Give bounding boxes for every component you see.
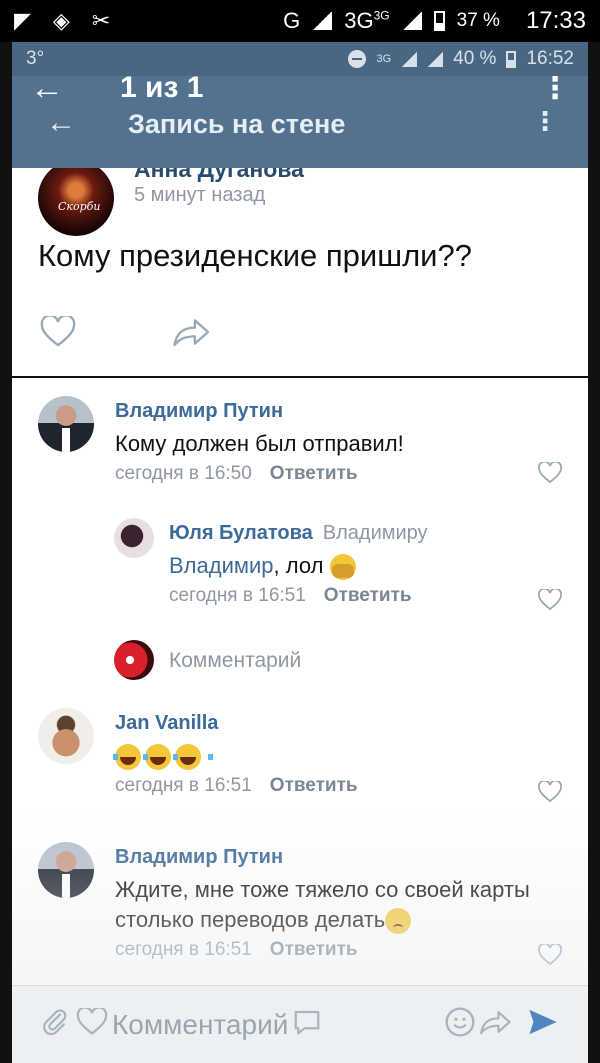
comment-text: Ждите, мне тоже тяжело со своей карты ст… xyxy=(115,875,535,935)
share-icon[interactable] xyxy=(172,316,212,353)
clock: 17:33 xyxy=(525,7,586,34)
comment-meta: сегодня в 16:51 Ответить xyxy=(169,585,549,607)
comment-emojis xyxy=(113,741,535,771)
tool-icon: ✂ xyxy=(91,8,111,33)
author-name[interactable]: Юля Булатова xyxy=(169,522,313,544)
comment-body: Ждите, мне тоже тяжело со своей карты ст… xyxy=(115,877,530,932)
like-heart-icon[interactable] xyxy=(76,1006,108,1041)
reply-button[interactable]: Ответить xyxy=(270,939,358,960)
gallery-counter: 1 из 1 xyxy=(120,71,204,104)
attach-icon[interactable] xyxy=(40,1007,70,1042)
reply-button[interactable]: Ответить xyxy=(324,585,412,606)
comment: Jan Vanilla сегодня в 16:51 Ответить xyxy=(113,712,535,797)
like-heart-icon[interactable] xyxy=(538,942,562,971)
network-label: 3G3G xyxy=(344,8,390,33)
comment-compose-bar: Комментарий xyxy=(12,985,588,1063)
comment: Владимир Путин Кому должен был отправил!… xyxy=(115,400,535,485)
shield-icon: ◈ xyxy=(52,8,70,33)
status-bar: ◤ ◈ ✂ G 3G3G 37 % 17:33 xyxy=(0,0,600,42)
reply-button[interactable]: Ответить xyxy=(270,775,358,796)
signal-label: G xyxy=(283,8,301,33)
gallery-back-icon[interactable]: ← xyxy=(30,71,80,105)
comment-author: Юля Булатова Владимиру xyxy=(169,522,549,545)
post-text: Кому президенские пришли?? xyxy=(38,238,472,273)
comment-reply: Юля Булатова Владимиру Владимир, лол сего… xyxy=(169,522,549,607)
avatar[interactable] xyxy=(114,518,154,558)
send-icon[interactable] xyxy=(526,1007,560,1042)
comment-time: сегодня в 16:50 xyxy=(115,463,252,484)
share-icon[interactable] xyxy=(480,1008,512,1041)
battery-percent: 37 % xyxy=(456,10,500,31)
comment-text: Владимир, лол xyxy=(169,551,549,581)
comment: Владимир Путин Ждите, мне тоже тяжело со… xyxy=(115,846,535,961)
laughing-emoji-icon xyxy=(143,744,183,771)
reply-button[interactable]: Ответить xyxy=(270,463,358,484)
gallery-menu-icon[interactable]: ⋮ xyxy=(540,71,570,106)
comment-meta: сегодня в 16:51 Ответить xyxy=(115,939,535,961)
avatar-label: Скорби xyxy=(58,200,101,213)
comment-input[interactable]: Комментарий xyxy=(112,1009,288,1041)
comment-bubble-icon[interactable] xyxy=(292,1008,322,1041)
wall-post: Скорби Анна Дуганова 5 минут назад Кому … xyxy=(12,168,588,376)
comment-time: сегодня в 16:51 xyxy=(115,939,252,960)
battery-icon xyxy=(433,11,445,31)
reply-comment-input[interactable]: Комментарий xyxy=(169,649,301,673)
mention-link[interactable]: Владимир xyxy=(169,553,274,578)
avatar[interactable] xyxy=(38,842,94,898)
my-avatar xyxy=(114,640,154,680)
post-author[interactable]: Анна Дуганова xyxy=(134,168,304,183)
comment-meta: сегодня в 16:51 Ответить xyxy=(115,775,535,797)
comment-author[interactable]: Владимир Путин xyxy=(115,846,535,869)
signal-icon xyxy=(312,12,333,30)
gallery-header: ← 1 из 1 ⋮ xyxy=(0,60,600,116)
like-heart-icon[interactable] xyxy=(538,779,562,808)
facepalm-emoji-icon xyxy=(329,554,356,581)
like-heart-icon[interactable] xyxy=(40,314,76,353)
comment-time: сегодня в 16:51 xyxy=(169,585,306,606)
laughing-emoji-icon xyxy=(173,744,213,771)
post-time: 5 минут назад xyxy=(134,184,266,206)
avatar[interactable] xyxy=(38,708,94,764)
laughing-emoji-icon xyxy=(113,744,153,771)
avatar[interactable]: Скорби xyxy=(38,168,114,236)
disappointed-emoji-icon xyxy=(385,908,412,935)
comment-author[interactable]: Jan Vanilla xyxy=(115,712,535,735)
comment-text: Кому должен был отправил! xyxy=(115,431,404,456)
emoji-icon[interactable] xyxy=(444,1006,476,1043)
comment-time: сегодня в 16:51 xyxy=(115,775,252,796)
avatar[interactable] xyxy=(38,396,94,452)
comments-list: Владимир Путин Кому должен был отправил!… xyxy=(12,378,588,1063)
notification-icon: ◤ xyxy=(14,8,31,33)
like-heart-icon[interactable] xyxy=(538,460,562,489)
comment-body: , лол xyxy=(273,553,324,578)
like-heart-icon[interactable] xyxy=(538,587,562,616)
reply-to: Владимиру xyxy=(322,522,428,544)
comment-author[interactable]: Владимир Путин xyxy=(115,400,535,423)
signal-icon-2 xyxy=(401,12,422,30)
comment-meta: сегодня в 16:50 Ответить xyxy=(115,463,535,485)
